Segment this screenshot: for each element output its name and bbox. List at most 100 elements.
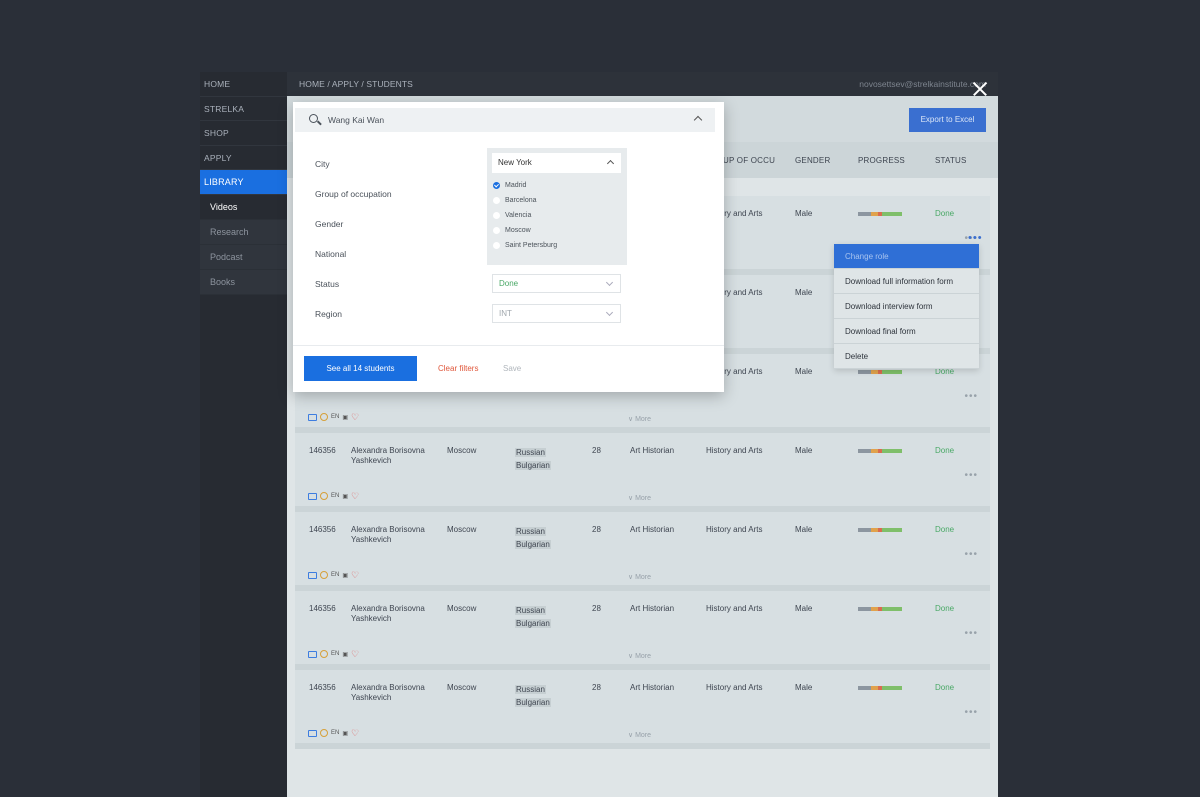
chat-icon[interactable] [308,413,317,421]
chat-icon[interactable] [308,729,317,737]
sidebar-subitem-videos[interactable]: Videos [200,195,287,220]
menu-item-delete[interactable]: Delete [834,344,979,369]
sidebar-subitem-research[interactable]: Research [200,220,287,245]
breadcrumb[interactable]: HOME / APPLY / STUDENTS [299,79,413,89]
chat-icon[interactable] [308,650,317,658]
table-row[interactable]: 146356 Alexandra Borisovna Yashkevich Mosco… [295,433,990,512]
more-toggle[interactable]: ∨ More [628,652,651,660]
document-icon[interactable]: ▣ [342,414,348,421]
language-badge: EN [331,730,340,736]
progress-bar [858,370,902,374]
row-actions-icon[interactable]: ••• [964,707,978,718]
row-actions-icon[interactable]: ••• [964,628,978,639]
student-gender: Male [795,288,813,297]
student-name[interactable]: Alexandra Borisovna Yashkevich [351,604,425,624]
student-age: 28 [592,525,601,534]
city-option-madrid[interactable]: Madrid [493,182,526,189]
modal-divider [293,345,724,346]
student-id: 146356 [309,604,336,613]
region-select[interactable]: INT [492,304,621,323]
heart-icon[interactable]: ♡ [351,413,359,422]
student-occupation: Art Historian [630,525,675,534]
heart-icon[interactable]: ♡ [351,650,359,659]
menu-item-change-role[interactable]: Change role [834,244,979,269]
status-badge: Done [935,604,955,613]
student-id: 146356 [309,446,336,455]
label-gender: Gender [315,219,344,229]
chat-icon[interactable] [308,571,317,579]
sidebar-item-home[interactable]: HOME [200,72,287,97]
user-email[interactable]: novosettsev@strelkainstitute.com [859,79,986,89]
student-languages: Russian Bulgarian [515,683,551,709]
heart-icon[interactable]: ♡ [351,492,359,501]
chevron-down-icon [605,278,614,287]
more-toggle[interactable]: ∨ More [628,415,651,423]
student-id: 146356 [309,683,336,692]
badge-icon[interactable] [320,413,328,421]
sidebar-item-strelka[interactable]: STRELKA [200,97,287,121]
row-actions-icon[interactable]: ••• [968,232,983,244]
sidebar-subitem-books[interactable]: Books [200,270,287,295]
clear-filters-link[interactable]: Clear filters [438,364,478,373]
student-group: History and Arts [706,604,763,613]
menu-item-download-final[interactable]: Download final form [834,319,979,344]
city-select[interactable]: New York [492,153,621,173]
sidebar-subitem-podcast[interactable]: Podcast [200,245,287,270]
document-icon[interactable]: ▣ [342,572,348,579]
table-row[interactable]: 146356 Alexandra Borisovna Yashkevich Mosco… [295,591,990,670]
header-status[interactable]: STATUS [935,156,967,165]
option-label: Valencia [505,212,532,219]
header-progress[interactable]: PROGRESS [858,156,905,165]
student-languages: Russian Bulgarian [515,446,551,472]
badge-icon[interactable] [320,492,328,500]
option-label: Saint Petersburg [505,242,558,249]
search-bar[interactable]: Wang Kai Wan [295,108,715,132]
more-toggle[interactable]: ∨ More [628,731,651,739]
document-icon[interactable]: ▣ [342,730,348,737]
student-name[interactable]: Alexandra Borisovna Yashkevich [351,446,425,466]
search-input[interactable]: Wang Kai Wan [328,115,384,125]
chevron-up-icon[interactable] [693,115,703,125]
progress-bar [858,686,902,690]
badge-icon[interactable] [320,729,328,737]
document-icon[interactable]: ▣ [342,651,348,658]
city-option-moscow[interactable]: Moscow [493,227,531,234]
sidebar-item-apply[interactable]: APPLY [200,146,287,170]
more-toggle[interactable]: ∨ More [628,494,651,502]
table-row[interactable]: 146356 Alexandra Borisovna Yashkevich Mosco… [295,512,990,591]
table-row[interactable]: 146356 Alexandra Borisovna Yashkevich Mosco… [295,670,990,749]
chat-icon[interactable] [308,492,317,500]
row-icons: EN▣♡ [308,571,359,580]
city-option-saint-petersburg[interactable]: Saint Petersburg [493,242,557,249]
city-option-valencia[interactable]: Valencia [493,212,531,219]
row-icons: EN▣♡ [308,650,359,659]
see-all-students-button[interactable]: See all 14 students [304,356,417,381]
menu-item-download-interview[interactable]: Download interview form [834,294,979,319]
header-gender[interactable]: GENDER [795,156,830,165]
city-option-barcelona[interactable]: Barcelona [493,197,537,204]
row-actions-icon[interactable]: ••• [964,391,978,402]
header-group[interactable]: UP OF OCCU [723,156,775,165]
heart-icon[interactable]: ♡ [351,729,359,738]
check-icon [493,182,500,189]
region-value: INT [499,309,512,318]
badge-icon[interactable] [320,650,328,658]
document-icon[interactable]: ▣ [342,493,348,500]
badge-icon[interactable] [320,571,328,579]
close-icon[interactable] [972,81,988,97]
save-link[interactable]: Save [503,364,521,373]
more-toggle[interactable]: ∨ More [628,573,651,581]
status-select[interactable]: Done [492,274,621,293]
export-excel-button[interactable]: Export to Excel [909,108,986,132]
row-actions-icon[interactable]: ••• [964,549,978,560]
sidebar-item-shop[interactable]: SHOP [200,121,287,146]
heart-icon[interactable]: ♡ [351,571,359,580]
sidebar-item-library[interactable]: LIBRARY [200,170,287,195]
student-name[interactable]: Alexandra Borisovna Yashkevich [351,683,425,703]
sidebar: HOME STRELKA SHOP APPLY LIBRARY Videos R… [200,72,287,797]
student-name[interactable]: Alexandra Borisovna Yashkevich [351,525,425,545]
label-national: National [315,249,347,259]
row-actions-icon[interactable]: ••• [964,470,978,481]
menu-item-download-full[interactable]: Download full information form [834,269,979,294]
student-group: History and Arts [706,446,763,455]
